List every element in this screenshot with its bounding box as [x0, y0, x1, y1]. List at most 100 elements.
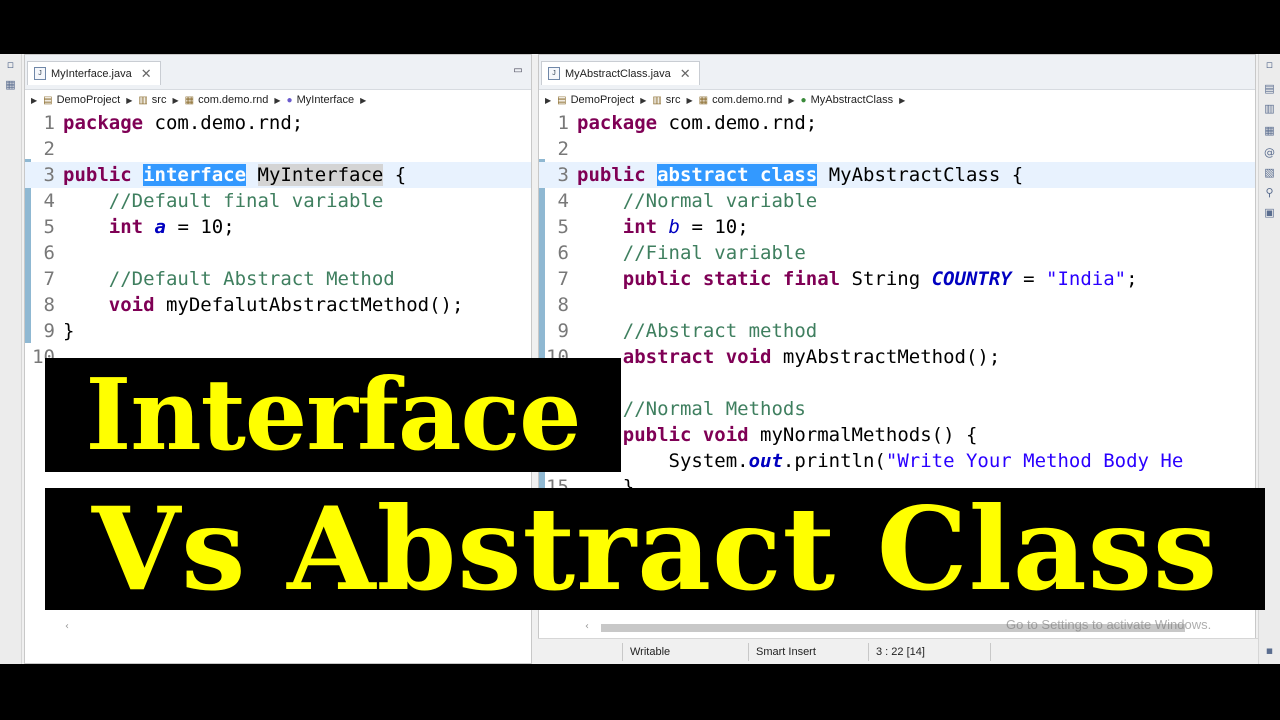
breadcrumb: ▶ ▤ DemoProject ▶ ▥ src ▶ ▦ com.demo.rnd ▶ …	[539, 90, 1255, 110]
breadcrumb-type[interactable]: ● MyInterface	[287, 94, 355, 106]
code-line[interactable]: 10 abstract void myAbstractMethod();	[539, 344, 1255, 370]
code-line[interactable]: 9}	[25, 318, 531, 344]
breadcrumb-package[interactable]: ▦ com.demo.rnd	[699, 94, 783, 106]
breadcrumb-project[interactable]: ▤ DemoProject	[557, 94, 634, 106]
title-line1: Interface	[85, 358, 581, 472]
line-number: 8	[557, 294, 569, 316]
code-area[interactable]: 1 package com.demo.rnd; 2 3 public abstract …	[539, 110, 1255, 500]
problems-icon[interactable]: ▦	[1263, 124, 1276, 137]
code-token: //Default final variable	[108, 190, 384, 212]
code-token: "Write Your Method Body He	[885, 450, 1184, 472]
line-number: 8	[43, 294, 55, 316]
code-line[interactable]: 4 //Normal variable	[539, 188, 1255, 214]
code-line[interactable]: 3 public abstract class MyAbstractClass {	[539, 162, 1255, 188]
code-token: package	[577, 112, 658, 134]
restore-icon[interactable]: ▫	[4, 58, 17, 71]
code-line[interactable]: 1 package com.demo.rnd;	[539, 110, 1255, 136]
line-number: 2	[557, 138, 569, 160]
code-line[interactable]: 6 //Final variable	[539, 240, 1255, 266]
line-number: 5	[557, 216, 569, 238]
code-token: //Normal Methods	[622, 398, 806, 420]
code-token: =	[1011, 268, 1047, 290]
code-token: public	[63, 164, 132, 186]
code-token: a	[154, 216, 166, 238]
line-number: 5	[43, 216, 55, 238]
chevron-right-icon: ▶	[545, 95, 552, 105]
code-token: = 10;	[166, 216, 235, 238]
close-icon[interactable]: ✕	[680, 66, 691, 82]
code-line[interactable]: 7 //Default Abstract Method	[25, 266, 531, 292]
breadcrumb-src[interactable]: ▥ src	[138, 94, 166, 106]
tab-myabstractclass[interactable]: J MyAbstractClass.java ✕	[541, 61, 700, 85]
interface-icon: ●	[286, 94, 293, 106]
code-token: myNormalMethods() {	[748, 424, 978, 446]
chevron-right-icon: ▶	[274, 95, 281, 105]
outline-icon[interactable]: ▤	[1263, 82, 1276, 95]
package-explorer-icon[interactable]: ▦	[4, 78, 17, 91]
code-line[interactable]: 6	[25, 240, 531, 266]
code-line[interactable]: 11	[539, 370, 1255, 396]
breadcrumb-type[interactable]: ● MyAbstractClass	[801, 94, 894, 106]
code-line[interactable]: 3 public interface MyInterface {	[25, 162, 531, 188]
code-token: COUNTRY	[931, 268, 1012, 290]
code-line[interactable]: 9 //Abstract method	[539, 318, 1255, 344]
code-area[interactable]: 1 package com.demo.rnd; 2 3 public interface…	[25, 110, 531, 370]
line-number: 3	[557, 164, 569, 186]
code-token: com.demo.rnd;	[143, 112, 304, 134]
code-token: void	[108, 294, 155, 316]
code-token: //Normal variable	[622, 190, 818, 212]
horizontal-scrollbar[interactable]: ‹	[65, 621, 521, 635]
code-token: package	[63, 112, 144, 134]
left-toolbar: ▫ ▦	[0, 54, 22, 664]
title-banner-line1: Interface	[45, 358, 621, 472]
code-line[interactable]: 4 //Default final variable	[25, 188, 531, 214]
code-token: MyAbstractClass {	[817, 164, 1024, 186]
console-icon[interactable]: ▣	[1263, 206, 1276, 219]
code-line[interactable]: 2	[25, 136, 531, 162]
code-token: interface	[143, 164, 247, 186]
task-list-icon[interactable]: ▥	[1263, 102, 1276, 115]
code-line[interactable]: 5 int b = 10;	[539, 214, 1255, 240]
code-line[interactable]: 2	[539, 136, 1255, 162]
scroll-left-icon[interactable]: ‹	[65, 621, 69, 632]
line-number: 6	[43, 242, 55, 264]
chevron-right-icon: ▶	[640, 95, 647, 105]
line-number: 3	[43, 164, 55, 186]
code-line[interactable]: 8	[539, 292, 1255, 318]
code-token: //Final variable	[622, 242, 806, 264]
minimize-icon[interactable]: ▭	[511, 65, 525, 77]
activation-watermark: Go to Settings to activate Windows.	[1006, 617, 1212, 632]
declaration-icon[interactable]: ▧	[1263, 166, 1276, 179]
breadcrumb-project[interactable]: ▤ DemoProject	[43, 94, 120, 106]
code-line[interactable]: 13 public void myNormalMethods() {	[539, 422, 1255, 448]
breadcrumb-package[interactable]: ▦ com.demo.rnd	[185, 94, 269, 106]
search-icon[interactable]: ⚲	[1263, 186, 1276, 199]
line-number: 1	[43, 112, 55, 134]
code-line[interactable]: 8 void myDefalutAbstractMethod();	[25, 292, 531, 318]
code-line[interactable]: 12 //Normal Methods	[539, 396, 1255, 422]
code-line[interactable]: 1 package com.demo.rnd;	[25, 110, 531, 136]
code-line[interactable]: 5 int a = 10;	[25, 214, 531, 240]
code-line[interactable]: 7 public static final String COUNTRY = "…	[539, 266, 1255, 292]
close-icon[interactable]: ✕	[141, 66, 152, 82]
restore-icon[interactable]: ▫	[1263, 58, 1276, 71]
status-divider	[748, 643, 749, 661]
code-line[interactable]: 14 System.out.println("Write Your Method…	[539, 448, 1255, 474]
breadcrumb-src[interactable]: ▥ src	[652, 94, 680, 106]
code-token: //Default Abstract Method	[108, 268, 395, 290]
status-divider	[868, 643, 869, 661]
status-bar: Writable Smart Insert 3 : 22 [14]	[538, 638, 1258, 664]
tab-myinterface[interactable]: J MyInterface.java ✕	[27, 61, 161, 85]
more-icon[interactable]: ▪	[1263, 644, 1276, 657]
chevron-right-icon: ▶	[360, 95, 367, 105]
scroll-left-icon[interactable]: ‹	[585, 621, 589, 632]
title-banner-line2: Vs Abstract Class	[45, 488, 1265, 610]
javadoc-icon[interactable]: @	[1263, 146, 1276, 159]
